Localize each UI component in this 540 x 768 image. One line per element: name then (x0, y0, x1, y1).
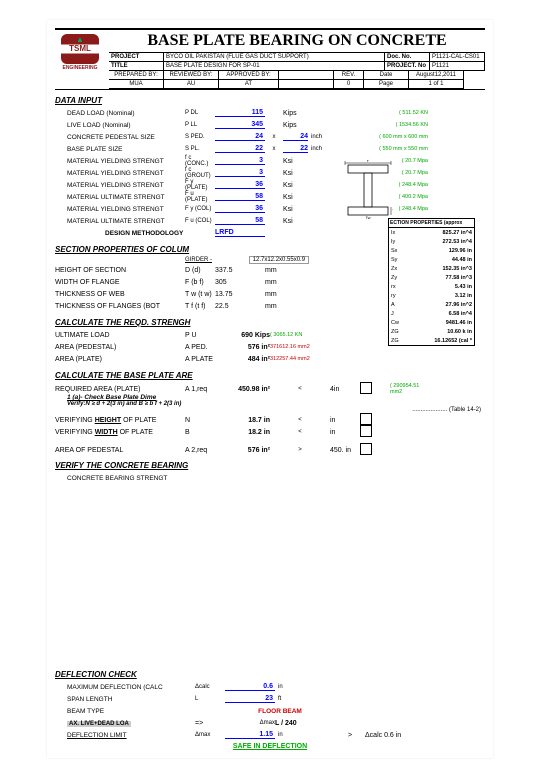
ibeam-icon: F Tf Tw (343, 160, 393, 220)
input-row: CONCRETE PEDESTAL SIZES PED.24x24inch( 6… (55, 131, 485, 143)
calc-sheet: ▲TSML ENGINEERING BASE PLATE BEARING ON … (47, 20, 493, 758)
logo: ▲TSML ENGINEERING (55, 30, 105, 74)
input-row: MATERIAL YIELDING STRENGTF y (COL)36Ksi(… (55, 203, 485, 215)
input-row: MATERIAL YIELDING STRENGTF y (PLATE)36Ks… (55, 179, 485, 191)
input-row: MATERIAL ULTIMATE STRENGTF u (PLATE)58Ks… (55, 191, 485, 203)
svg-text:Tf: Tf (392, 208, 393, 213)
input-row: MATERIAL YIELDING STRENGTf c (GROUT)3Ksi… (55, 167, 485, 179)
doc-title: BASE PLATE BEARING ON CONCRETE (109, 30, 485, 53)
header: ▲TSML ENGINEERING BASE PLATE BEARING ON … (55, 28, 485, 90)
input-row: BASE PLATE SIZES PL.22x22inch( 550 mm x … (55, 143, 485, 155)
section-bpa: CALCULATE THE BASE PLATE ARE (55, 371, 485, 380)
section-data-input: DATA INPUT (55, 96, 485, 105)
input-row: LIVE LOAD (Nominal)P LL345Kips( 1534.56 … (55, 119, 485, 131)
props-table: ECTION PROPERTIES (approx Ix825.27 in^4I… (388, 218, 475, 346)
safe-status: SAFE IN DEFLECTION (55, 743, 485, 750)
input-row: DEAD LOAD (Nominal)P DL115Kips( 511.52 K… (55, 107, 485, 119)
input-row: MATERIAL YIELDING STRENGTf c (CONC.)3Ksi… (55, 155, 485, 167)
section-deflection: DEFLECTION CHECK (55, 670, 485, 679)
section-vcb: VERIFY THE CONCRETE BEARING (55, 461, 485, 470)
svg-text:F: F (367, 160, 370, 163)
check-box (360, 382, 372, 394)
svg-text:Tw: Tw (365, 215, 370, 220)
